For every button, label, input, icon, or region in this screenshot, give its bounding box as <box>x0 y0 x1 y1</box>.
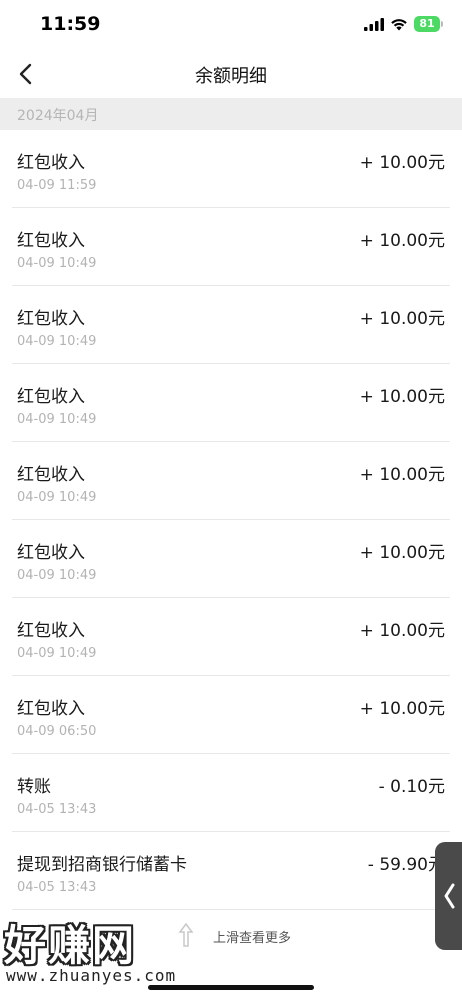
transaction-title: 转账 <box>17 777 51 797</box>
transaction-time: 04-09 11:59 <box>17 178 97 193</box>
transaction-amount: - 0.10元 <box>378 777 445 797</box>
page-title: 余额明细 <box>195 66 267 87</box>
transaction-amount: + 10.00元 <box>359 387 445 407</box>
transaction-time: 04-09 10:49 <box>17 568 97 583</box>
transaction-title: 红包收入 <box>17 621 85 641</box>
battery-icon: 81 <box>414 16 443 32</box>
chevron-left-icon <box>444 883 455 909</box>
transaction-row[interactable]: 红包收入 04-09 11:59 + 10.00元 <box>0 130 462 208</box>
transaction-title: 红包收入 <box>17 153 85 173</box>
transaction-time: 04-05 13:43 <box>17 802 97 817</box>
transaction-title: 红包收入 <box>17 231 85 251</box>
transaction-title: 红包收入 <box>17 309 85 329</box>
transaction-amount: + 10.00元 <box>359 621 445 641</box>
transaction-time: 04-09 10:49 <box>17 490 97 505</box>
signal-icon <box>364 17 384 31</box>
status-bar: 11:59 81 <box>0 0 462 50</box>
transaction-row[interactable]: 红包收入 04-09 10:49 + 10.00元 <box>0 520 462 598</box>
watermark-url: www.zhuanyes.com <box>6 966 177 985</box>
transaction-time: 04-09 06:50 <box>17 724 97 739</box>
transaction-list: 红包收入 04-09 11:59 + 10.00元 红包收入 04-09 10:… <box>0 130 462 910</box>
transaction-amount: + 10.00元 <box>359 309 445 329</box>
transaction-amount: + 10.00元 <box>359 153 445 173</box>
transaction-time: 04-05 13:43 <box>17 880 97 895</box>
transaction-amount: + 10.00元 <box>359 231 445 251</box>
transaction-amount: + 10.00元 <box>359 465 445 485</box>
load-more-hint[interactable]: 上滑查看更多 <box>0 920 462 950</box>
transaction-row[interactable]: 红包收入 04-09 10:49 + 10.00元 <box>0 364 462 442</box>
transaction-amount: - 59.90元 <box>367 855 445 875</box>
transaction-amount: + 10.00元 <box>359 543 445 563</box>
transaction-row[interactable]: 红包收入 04-09 10:49 + 10.00元 <box>0 208 462 286</box>
transaction-title: 红包收入 <box>17 543 85 563</box>
status-time: 11:59 <box>40 13 101 35</box>
transaction-row[interactable]: 提现到招商银行储蓄卡 04-05 13:43 - 59.90元 <box>0 832 462 910</box>
status-icons: 81 <box>364 16 443 32</box>
transaction-row[interactable]: 红包收入 04-09 10:49 + 10.00元 <box>0 598 462 676</box>
transaction-row[interactable]: 转账 04-05 13:43 - 0.10元 <box>0 754 462 832</box>
nav-bar: 余额明细 <box>0 50 462 98</box>
transaction-title: 红包收入 <box>17 699 85 719</box>
transaction-row[interactable]: 红包收入 04-09 06:50 + 10.00元 <box>0 676 462 754</box>
transaction-title: 红包收入 <box>17 465 85 485</box>
transaction-time: 04-09 10:49 <box>17 412 97 427</box>
arrow-up-icon <box>178 922 194 947</box>
battery-level: 81 <box>419 17 435 30</box>
month-header: 2024年04月 <box>0 98 462 130</box>
transaction-row[interactable]: 红包收入 04-09 10:49 + 10.00元 <box>0 442 462 520</box>
side-drawer-tab[interactable] <box>435 842 462 950</box>
transaction-title: 红包收入 <box>17 387 85 407</box>
transaction-time: 04-09 10:49 <box>17 256 97 271</box>
home-indicator[interactable] <box>148 985 314 990</box>
transaction-title: 提现到招商银行储蓄卡 <box>17 855 187 875</box>
wifi-icon <box>391 18 407 30</box>
transaction-row[interactable]: 红包收入 04-09 10:49 + 10.00元 <box>0 286 462 364</box>
load-more-label: 上滑查看更多 <box>213 931 292 946</box>
transaction-time: 04-09 10:49 <box>17 646 97 661</box>
transaction-amount: + 10.00元 <box>359 699 445 719</box>
transaction-time: 04-09 10:49 <box>17 334 97 349</box>
month-label: 2024年04月 <box>17 108 99 124</box>
